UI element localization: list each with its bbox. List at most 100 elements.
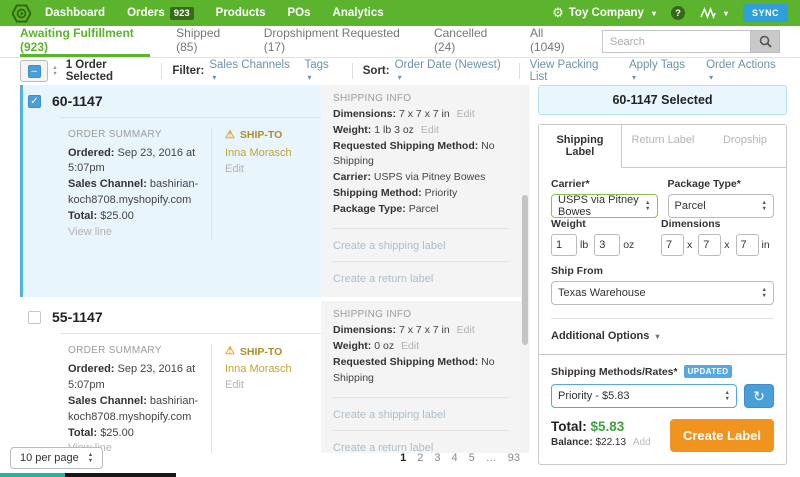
- nav-item-pos[interactable]: POs: [288, 7, 311, 19]
- order-actions-dropdown[interactable]: Order Actions ▾: [706, 59, 781, 83]
- nav-item-analytics[interactable]: Analytics: [333, 7, 384, 19]
- chevron-down-icon: ▾: [212, 73, 217, 82]
- divider: [518, 63, 520, 79]
- dimension-width-input[interactable]: [698, 234, 722, 256]
- tab-shipping-label[interactable]: Shipping Label: [539, 125, 622, 168]
- select-all-checkbox[interactable]: –: [20, 60, 49, 82]
- company-name: Toy Company: [568, 7, 644, 19]
- si-label: Requested Shipping Method:: [333, 139, 479, 152]
- additional-options-toggle[interactable]: Additional Options ▾: [551, 330, 774, 342]
- select-arrows-icon: ▲ ▼: [645, 199, 651, 212]
- nav-label: Products: [215, 7, 266, 19]
- help-icon[interactable]: ?: [670, 6, 685, 20]
- order-id[interactable]: 60-1147: [52, 93, 103, 109]
- sync-button[interactable]: SYNC: [742, 4, 788, 22]
- ship-from-select[interactable]: Texas Warehouse ▲ ▼: [551, 281, 774, 305]
- order-list: ✓ 60-1147 ORDER SUMMARY Ordered: Sep 23,…: [20, 85, 521, 453]
- ship-to-name-link[interactable]: Inna Morasch: [225, 147, 292, 159]
- dropdown-label: Order Date (Newest): [394, 59, 501, 71]
- divider: [333, 261, 509, 263]
- page-5[interactable]: 5: [469, 452, 475, 464]
- apply-tags-dropdown[interactable]: Apply Tags ▾: [629, 59, 691, 83]
- company-menu[interactable]: ⚙ Toy Company ▾: [552, 5, 656, 21]
- rates-label: Shipping Methods/Rates*: [551, 365, 678, 378]
- order-summary-column: ORDER SUMMARY Ordered: Sep 23, 2016 at 5…: [68, 344, 211, 453]
- edit-link[interactable]: Edit: [457, 108, 475, 120]
- order-row[interactable]: ✓ 60-1147 ORDER SUMMARY Ordered: Sep 23,…: [20, 85, 521, 298]
- bottom-teal-strip: [0, 473, 65, 477]
- page-93[interactable]: 93: [508, 452, 520, 464]
- status-tab-bar: Awaiting Fulfillment (923) Shipped (85) …: [0, 26, 800, 58]
- per-page-value: 10 per page: [20, 452, 79, 465]
- page-ellipsis: …: [485, 452, 497, 464]
- edit-ship-to-link[interactable]: Edit: [225, 379, 244, 391]
- dimension-height-input[interactable]: [735, 234, 759, 256]
- ship-to-label: SHIP-TO: [239, 345, 283, 358]
- nav-item-orders[interactable]: Orders 923: [127, 6, 194, 20]
- create-shipping-label-link[interactable]: Create a shipping label: [333, 409, 446, 421]
- carrier-select[interactable]: USPS via Pitney Bowes ▲ ▼: [551, 194, 658, 218]
- selection-expand-arrows[interactable]: ▲ ▼: [52, 65, 57, 77]
- create-label-button[interactable]: Create Label: [669, 419, 774, 452]
- order-id[interactable]: 55-1147: [52, 309, 103, 325]
- filter-sales-channels-dropdown[interactable]: Sales Channels ▾: [209, 59, 294, 83]
- create-shipping-label-link[interactable]: Create a shipping label: [333, 240, 446, 252]
- refresh-rates-button[interactable]: ↻: [744, 384, 774, 408]
- sort-dropdown[interactable]: Order Date (Newest) ▾: [395, 59, 504, 83]
- search-icon: [759, 35, 772, 48]
- tab-awaiting-fulfillment[interactable]: Awaiting Fulfillment (923): [20, 26, 151, 57]
- nav-item-products[interactable]: Products: [216, 7, 266, 19]
- ship-to-name-link[interactable]: Inna Morasch: [225, 363, 292, 375]
- shipping-info-label: SHIPPING INFO: [333, 93, 412, 104]
- edit-link[interactable]: Edit: [457, 324, 475, 336]
- weight-lb-input[interactable]: [551, 234, 577, 256]
- dimension-length-input[interactable]: [661, 234, 684, 256]
- balance-amount: $22.13: [595, 437, 627, 448]
- add-balance-link[interactable]: Add: [633, 437, 651, 448]
- page-2[interactable]: 2: [417, 452, 423, 464]
- chevron-down-icon: ▾: [655, 332, 660, 341]
- shipping-info-column: SHIPPING INFO Dimensions: 7 x 7 x 7 in E…: [321, 301, 521, 453]
- tab-dropshipment-requested[interactable]: Dropshipment Requested (17): [264, 26, 408, 57]
- tab-shipped[interactable]: Shipped (85): [176, 26, 238, 57]
- si-label: Carrier:: [333, 171, 371, 183]
- row-checkbox-checked[interactable]: ✓: [28, 94, 41, 108]
- rates-section: Shipping Methods/Rates* UPDATED Priority…: [539, 354, 786, 464]
- dim-separator: x: [687, 239, 693, 251]
- filter-tags-dropdown[interactable]: Tags ▾: [304, 59, 336, 83]
- list-scrollbar[interactable]: [521, 85, 529, 453]
- ordoro-logo-icon[interactable]: [12, 3, 31, 23]
- create-return-label-link[interactable]: Create a return label: [333, 273, 433, 285]
- tab-return-label[interactable]: Return Label: [622, 125, 704, 168]
- si-value: Parcel: [408, 202, 439, 215]
- edit-link[interactable]: Edit: [401, 340, 419, 352]
- tab-dropship[interactable]: Dropship: [704, 125, 786, 168]
- page-4[interactable]: 4: [452, 452, 458, 464]
- page-1[interactable]: 1: [400, 452, 406, 464]
- view-packing-list-button[interactable]: View Packing List: [530, 59, 614, 83]
- search-button[interactable]: [750, 30, 780, 53]
- si-value: 7 x 7 x 7 in: [398, 108, 450, 120]
- si-label: Weight:: [333, 123, 372, 136]
- per-page-select[interactable]: 10 per page ▲ ▼: [10, 447, 104, 470]
- tab-cancelled[interactable]: Cancelled (24): [434, 26, 504, 57]
- tab-all[interactable]: All (1049): [530, 26, 576, 57]
- activity-menu[interactable]: ▾: [700, 7, 728, 19]
- si-label: Weight:: [333, 340, 372, 352]
- view-line-link[interactable]: View line: [68, 226, 112, 238]
- scrollbar-thumb[interactable]: [522, 195, 528, 345]
- weight-oz-input[interactable]: [594, 234, 621, 256]
- order-row[interactable]: 55-1147 ORDER SUMMARY Ordered: Sep 23, 2…: [20, 301, 521, 453]
- ship-to-label: SHIP-TO: [239, 129, 283, 142]
- divider: [351, 63, 353, 79]
- rate-select[interactable]: Priority - $5.83 ▲ ▼: [551, 384, 737, 408]
- si-value: 0 oz: [374, 340, 395, 352]
- package-type-select[interactable]: Parcel ▲ ▼: [667, 194, 774, 218]
- ship-to-column: ⚠ SHIP-TO Inna Morasch Edit: [211, 128, 321, 242]
- row-checkbox[interactable]: [28, 310, 41, 324]
- edit-ship-to-link[interactable]: Edit: [225, 163, 244, 175]
- search-input[interactable]: [602, 30, 750, 53]
- edit-link[interactable]: Edit: [421, 124, 439, 136]
- nav-item-dashboard[interactable]: Dashboard: [45, 7, 105, 19]
- page-3[interactable]: 3: [434, 452, 440, 464]
